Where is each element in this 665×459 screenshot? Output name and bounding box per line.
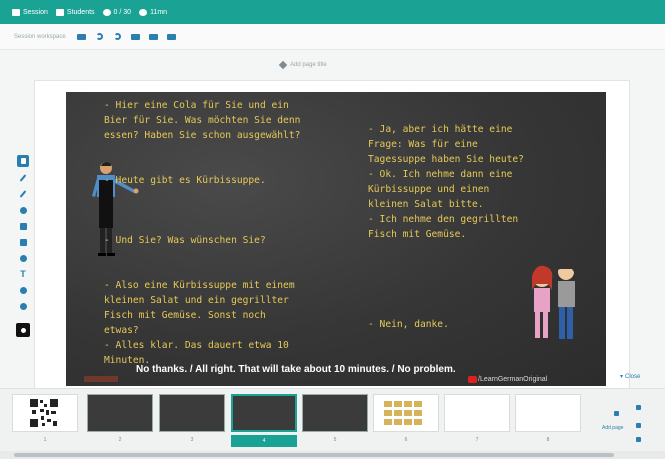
youtube-icon xyxy=(468,376,477,383)
users-icon xyxy=(102,8,111,16)
chevron-down-icon: ▾ xyxy=(620,374,624,380)
list-tool[interactable] xyxy=(18,237,28,247)
list-icon xyxy=(19,238,27,246)
trash-icon xyxy=(167,33,177,40)
thumbnail-page-6[interactable] xyxy=(373,394,439,432)
monitor-icon xyxy=(55,8,64,16)
clock-icon xyxy=(139,8,148,16)
refresh-tool[interactable] xyxy=(18,301,28,311)
thumbnail-number-6: 6 xyxy=(404,437,408,443)
link-icon xyxy=(19,286,27,294)
horizontal-scrollbar[interactable] xyxy=(0,451,665,459)
drawing-palette: T xyxy=(15,155,31,337)
page-thumbnail-strip: 1 2 3 4 5 6 7 8 Add page xyxy=(0,388,665,459)
close-label: Close xyxy=(625,373,641,380)
pencil-icon xyxy=(278,60,288,70)
left-dialogue-text: - Hier eine Cola für Sie und ein Bier fü… xyxy=(104,100,301,366)
layers-icon xyxy=(19,254,27,262)
session-label: Session xyxy=(23,8,48,16)
add-page-title[interactable]: Add page title xyxy=(278,60,327,70)
eraser-icon xyxy=(19,206,27,214)
color-picker[interactable] xyxy=(16,323,30,337)
add-icon[interactable] xyxy=(614,411,619,416)
right-dialogue-text: - Ja, aber ich hätte eine Frage: Was für… xyxy=(368,124,524,330)
folder-button[interactable] xyxy=(76,32,88,42)
refresh-icon xyxy=(19,302,27,310)
thumbnail-number-4: 4 xyxy=(231,435,297,447)
close-strip-button[interactable]: ▾ Close xyxy=(620,373,641,381)
toolbar-label: Session workspace xyxy=(14,33,66,40)
settings-icon xyxy=(12,8,20,16)
thumbnail-page-2[interactable] xyxy=(87,394,153,432)
undo-button[interactable] xyxy=(94,32,106,42)
download-icon[interactable] xyxy=(636,423,641,428)
pen-tool[interactable] xyxy=(18,173,28,183)
image-grid-icon xyxy=(384,401,422,425)
layers-tool[interactable] xyxy=(18,253,28,263)
thumbnail-number-3: 3 xyxy=(190,437,194,443)
redo-icon xyxy=(114,33,122,40)
grid-button[interactable] xyxy=(148,32,160,42)
marker-icon xyxy=(19,190,27,198)
thumbnail-number-2: 2 xyxy=(118,437,122,443)
pen-icon xyxy=(19,174,27,182)
thumbnail-page-1[interactable] xyxy=(12,394,78,432)
session-timer: 11mn xyxy=(139,8,168,16)
duplicate-button[interactable] xyxy=(130,32,142,42)
app-window: Session Students 0 / 30 11mn Session wor… xyxy=(0,0,665,459)
subtitle-caption: No thanks. / All right. That will take a… xyxy=(136,364,456,375)
participants-label: 0 / 30 xyxy=(113,8,132,16)
thumbnail-number-8: 8 xyxy=(546,437,550,443)
editor-toolbar: Session workspace xyxy=(0,24,665,50)
page-title-placeholder: Add page title xyxy=(290,62,327,68)
thumbnail-number-7: 7 xyxy=(475,437,479,443)
slide-canvas[interactable]: - Hier eine Cola für Sie und ein Bier fü… xyxy=(66,92,606,386)
thumbnail-number-5: 5 xyxy=(333,437,337,443)
channel-watermark: /LearnGermanOriginal xyxy=(478,376,548,383)
undo-icon xyxy=(96,33,104,40)
top-bar: Session Students 0 / 30 11mn xyxy=(0,0,665,24)
text-icon: T xyxy=(20,269,26,279)
thumbnail-page-4[interactable] xyxy=(231,394,297,432)
participants-count[interactable]: 0 / 30 xyxy=(102,8,132,16)
link-tool[interactable] xyxy=(18,285,28,295)
folder-icon xyxy=(77,33,87,40)
thumbnail-page-7[interactable] xyxy=(444,394,510,432)
eraser-tool[interactable] xyxy=(18,205,28,215)
thumbnail-page-3[interactable] xyxy=(159,394,225,432)
shape-icon xyxy=(19,222,27,230)
session-menu[interactable]: Session xyxy=(12,8,48,16)
students-menu[interactable]: Students xyxy=(55,8,95,16)
thumbnail-number-1: 1 xyxy=(43,437,47,443)
delete-button[interactable] xyxy=(166,32,178,42)
qr-code-icon xyxy=(29,398,59,428)
select-tool[interactable] xyxy=(17,155,29,167)
shape-tool[interactable] xyxy=(18,221,28,231)
couple-illustration xyxy=(532,262,575,339)
select-icon xyxy=(20,158,26,164)
timer-label: 11mn xyxy=(150,8,168,16)
add-page-button[interactable]: Add page xyxy=(602,425,623,431)
upload-icon[interactable] xyxy=(636,405,641,410)
students-label: Students xyxy=(66,8,95,16)
grid-icon xyxy=(149,33,159,40)
thumbnail-page-5[interactable] xyxy=(302,394,368,432)
duplicate-icon xyxy=(131,33,141,40)
redo-button[interactable] xyxy=(112,32,124,42)
thumbnail-page-8[interactable] xyxy=(515,394,581,432)
text-tool[interactable]: T xyxy=(18,269,28,279)
scrollbar-thumb[interactable] xyxy=(14,453,614,457)
trash-icon[interactable] xyxy=(636,437,641,442)
channel-logo xyxy=(84,376,118,382)
marker-tool[interactable] xyxy=(18,189,28,199)
color-dot-icon xyxy=(20,327,26,333)
